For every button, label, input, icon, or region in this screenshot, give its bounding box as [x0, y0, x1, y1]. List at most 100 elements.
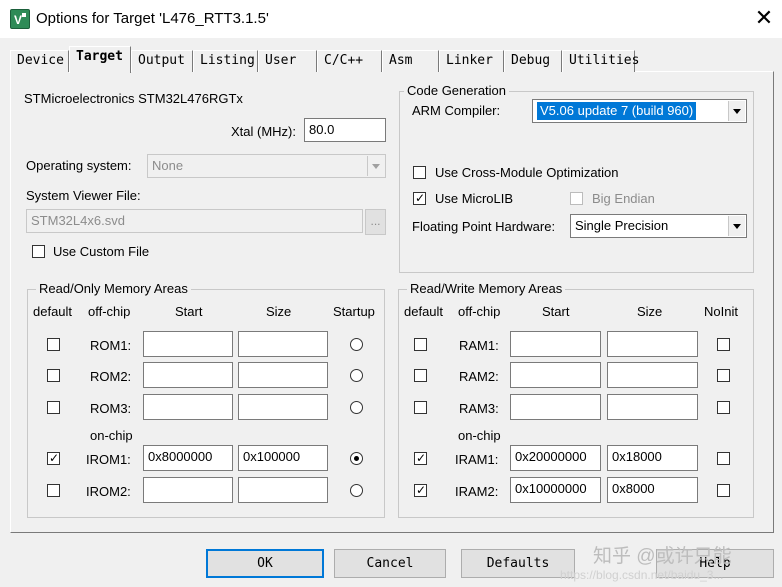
xtal-label: Xtal (MHz):	[231, 124, 296, 139]
ram-onchip-label: on-chip	[458, 428, 501, 443]
ram-size-input[interactable]: 0x18000	[607, 445, 698, 471]
tab-c-c-[interactable]: C/C++	[317, 50, 382, 72]
rom-startup-radio[interactable]	[350, 369, 363, 382]
rom-default-checkbox[interactable]	[47, 484, 60, 497]
rom-row-label: IROM2:	[86, 484, 131, 499]
rom-row-label: ROM1:	[90, 338, 132, 353]
ram-size-input[interactable]	[607, 362, 698, 388]
ram-row-label: RAM3:	[459, 401, 499, 416]
radio-dot-icon	[354, 456, 359, 461]
rom-size-input[interactable]	[238, 331, 328, 357]
rom-default-checkbox[interactable]: ✓	[47, 452, 60, 465]
compiler-select[interactable]: V5.06 update 7 (build 960)	[532, 99, 747, 123]
ram-default-checkbox[interactable]: ✓	[414, 452, 427, 465]
svf-input[interactable]: STM32L4x6.svd	[26, 209, 363, 233]
rom-header-start: Start	[175, 304, 203, 319]
ram-noinit-checkbox[interactable]	[717, 369, 730, 382]
ram-start-input[interactable]: 0x20000000	[510, 445, 601, 471]
ram-noinit-checkbox[interactable]	[717, 484, 730, 497]
compiler-label: ARM Compiler:	[412, 103, 501, 118]
tab-user[interactable]: User	[258, 50, 317, 72]
checkmark-icon: ✓	[415, 191, 426, 205]
ram-default-checkbox[interactable]	[414, 401, 427, 414]
rom-row-label: ROM2:	[90, 369, 132, 384]
tab-utilities[interactable]: Utilities	[562, 50, 639, 72]
tab-linker[interactable]: Linker	[439, 50, 504, 72]
ram-start-input[interactable]: 0x10000000	[510, 477, 601, 503]
ram-default-checkbox[interactable]: ✓	[414, 484, 427, 497]
tab-asm[interactable]: Asm	[382, 50, 439, 72]
big-endian-checkbox[interactable]	[570, 192, 583, 205]
device-name: STMicroelectronics STM32L476RGTx	[24, 91, 243, 106]
ram-default-checkbox[interactable]	[414, 369, 427, 382]
rom-default-checkbox[interactable]	[47, 401, 60, 414]
os-select[interactable]: None	[147, 154, 386, 178]
tab-listing[interactable]: Listing	[193, 50, 258, 72]
svf-label: System Viewer File:	[26, 188, 141, 203]
window-title: Options for Target 'L476_RTT3.1.5'	[36, 10, 269, 27]
chevron-down-icon	[367, 156, 384, 176]
rom-header-default: default	[33, 304, 73, 319]
svg-text:V: V	[14, 13, 22, 27]
rom-start-input[interactable]	[143, 394, 233, 420]
custom-file-checkbox[interactable]	[32, 245, 45, 258]
rom-size-input[interactable]: 0x100000	[238, 445, 328, 471]
ram-size-input[interactable]: 0x8000	[607, 477, 698, 503]
ram-noinit-checkbox[interactable]	[717, 401, 730, 414]
fpu-select[interactable]: Single Precision	[570, 214, 747, 238]
rom-size-input[interactable]	[238, 394, 328, 420]
tab-output[interactable]: Output	[131, 50, 193, 72]
rom-size-input[interactable]	[238, 362, 328, 388]
big-endian-label: Big Endian	[592, 191, 655, 206]
ram-size-input[interactable]	[607, 394, 698, 420]
cross-module-checkbox[interactable]	[413, 166, 426, 179]
ram-noinit-checkbox[interactable]	[717, 452, 730, 465]
rom-start-input[interactable]	[143, 362, 233, 388]
ram-default-checkbox[interactable]	[414, 338, 427, 351]
tab-device[interactable]: Device	[10, 50, 69, 72]
rom-start-input[interactable]	[143, 331, 233, 357]
rom-startup-radio[interactable]	[350, 452, 363, 465]
ram-row-label: RAM1:	[459, 338, 499, 353]
tab-debug[interactable]: Debug	[504, 50, 562, 72]
rom-row-label: ROM3:	[90, 401, 132, 416]
ram-header-noinit: NoInit	[704, 304, 738, 319]
keil-uvision-icon: V	[10, 9, 30, 29]
microlib-label: Use MicroLIB	[435, 191, 514, 206]
ok-button[interactable]: OK	[206, 549, 324, 578]
rom-header-startup: Startup	[333, 304, 375, 319]
ram-row-label: IRAM1:	[455, 452, 499, 467]
rom-start-input[interactable]	[143, 477, 233, 503]
ram-noinit-checkbox[interactable]	[717, 338, 730, 351]
rom-default-checkbox[interactable]	[47, 369, 60, 382]
checkmark-icon: ✓	[416, 483, 427, 497]
rom-start-input[interactable]: 0x8000000	[143, 445, 233, 471]
close-icon[interactable]: ✕	[750, 4, 778, 32]
microlib-checkbox[interactable]: ✓	[413, 192, 426, 205]
rom-header-offchip: off-chip	[88, 304, 131, 319]
ram-start-input[interactable]	[510, 331, 601, 357]
ram-header-default: default	[404, 304, 444, 319]
checkmark-icon: ✓	[49, 451, 60, 465]
ram-start-input[interactable]	[510, 394, 601, 420]
defaults-button[interactable]: Defaults	[461, 549, 575, 578]
os-select-value: None	[152, 158, 184, 173]
browse-button[interactable]: ...	[365, 209, 386, 235]
rom-startup-radio[interactable]	[350, 338, 363, 351]
ram-start-input[interactable]	[510, 362, 601, 388]
watermark-text: 知乎 @或许只能	[593, 546, 732, 567]
ram-header-size: Size	[637, 304, 663, 319]
rom-row-label: IROM1:	[86, 452, 131, 467]
ram-size-input[interactable]	[607, 331, 698, 357]
rom-default-checkbox[interactable]	[47, 338, 60, 351]
rom-startup-radio[interactable]	[350, 484, 363, 497]
fpu-label: Floating Point Hardware:	[412, 219, 556, 234]
ram-row-label: IRAM2:	[455, 484, 499, 499]
rom-startup-radio[interactable]	[350, 401, 363, 414]
code-generation-title: Code Generation	[404, 83, 510, 98]
xtal-input[interactable]: 80.0	[304, 118, 386, 142]
rom-size-input[interactable]	[238, 477, 328, 503]
fpu-select-value: Single Precision	[575, 218, 669, 233]
tab-target[interactable]: Target	[69, 46, 131, 73]
cancel-button[interactable]: Cancel	[334, 549, 446, 578]
